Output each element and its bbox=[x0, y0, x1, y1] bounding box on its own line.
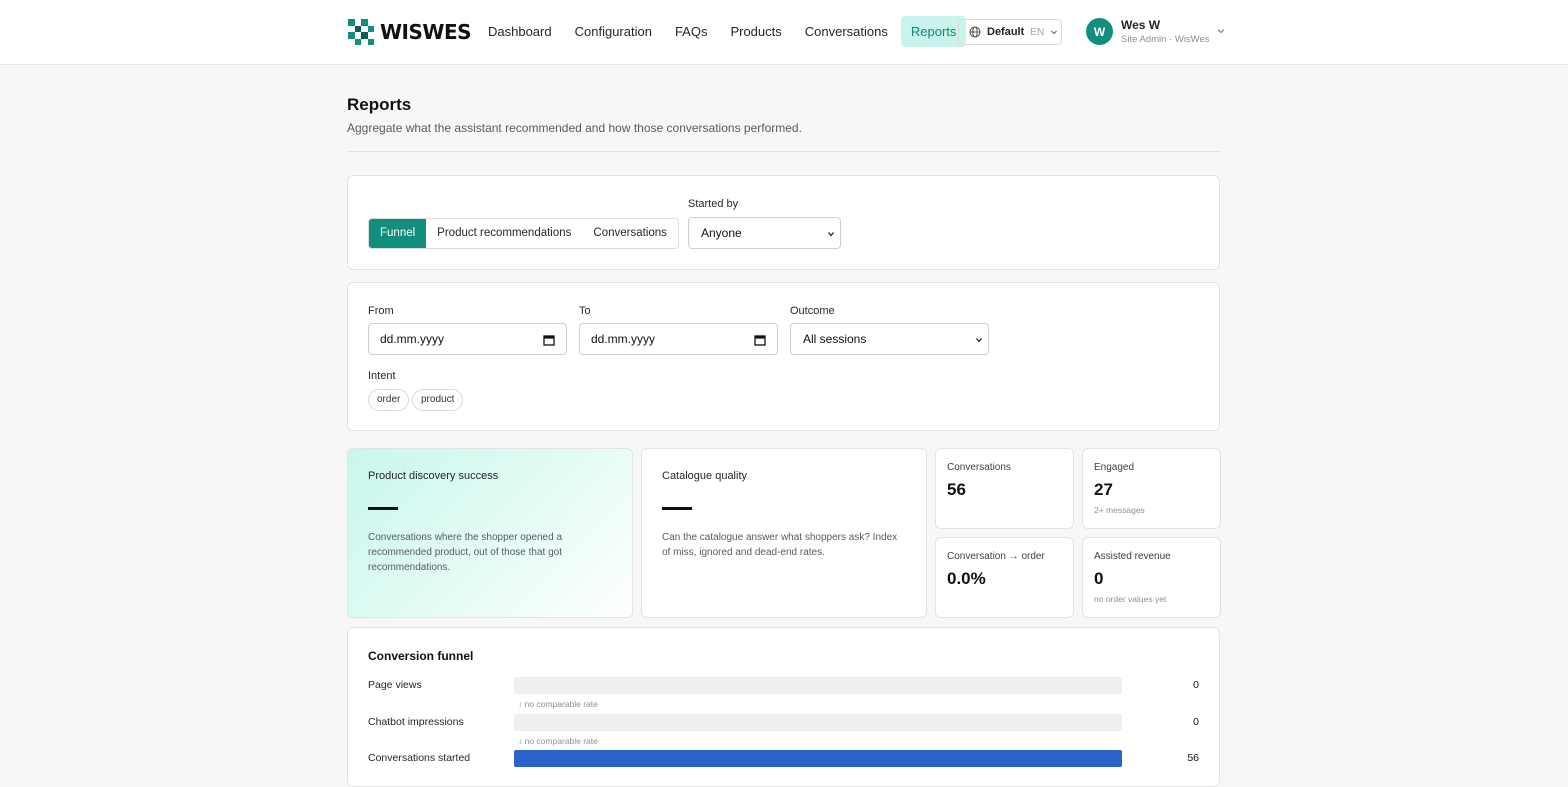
divider bbox=[347, 151, 1220, 152]
from-label: From bbox=[368, 305, 394, 317]
stat-label: Engaged bbox=[1094, 462, 1135, 473]
tab-conversations[interactable]: Conversations bbox=[582, 219, 678, 248]
chevron-down-icon bbox=[828, 232, 834, 237]
to-date-value: dd.mm.yyyy bbox=[591, 332, 656, 346]
kpi-empty-value bbox=[662, 507, 692, 510]
page-title: Reports bbox=[347, 95, 412, 114]
started-by-select[interactable]: Anyone bbox=[688, 217, 841, 249]
stat-engaged: Engaged 27 2+ messages bbox=[1082, 448, 1221, 529]
kpi-empty-value bbox=[368, 507, 398, 510]
workspace-language: EN bbox=[1030, 26, 1045, 38]
brand-name: WISWES bbox=[380, 20, 472, 44]
chevron-down-icon bbox=[1217, 29, 1225, 34]
conversion-funnel-card: Conversion funnel Page views 0 ↓ no comp… bbox=[347, 627, 1220, 787]
outcome-value: All sessions bbox=[803, 332, 867, 346]
page-subtitle: Aggregate what the assistant recommended… bbox=[347, 121, 802, 135]
kpi-description: Can the catalogue answer what shoppers a… bbox=[662, 532, 898, 558]
funnel-bar-track bbox=[514, 714, 1122, 731]
stat-conversion: Conversation → order 0.0% bbox=[935, 537, 1074, 618]
stat-assisted-revenue: Assisted revenue 0 no order values yet bbox=[1082, 537, 1221, 618]
top-bar: WISWES Dashboard Configuration FAQs Prod… bbox=[0, 0, 1568, 65]
nav-configuration[interactable]: Configuration bbox=[565, 16, 662, 47]
tab-funnel[interactable]: Funnel bbox=[369, 219, 427, 248]
discovery-success-card: Product discovery success Conversations … bbox=[347, 448, 633, 618]
intent-label: Intent bbox=[368, 370, 396, 382]
funnel-step-label: Page views bbox=[368, 679, 422, 691]
chevron-down-icon bbox=[976, 338, 982, 343]
to-label: To bbox=[579, 305, 591, 317]
funnel-step-value: 0 bbox=[1193, 716, 1199, 728]
funnel-step-rate: ↓ no comparable rate bbox=[518, 736, 598, 746]
nav-faqs[interactable]: FAQs bbox=[665, 16, 718, 47]
funnel-bar-track bbox=[514, 750, 1122, 767]
kpi-title: Catalogue quality bbox=[662, 470, 748, 482]
stat-label: Assisted revenue bbox=[1094, 551, 1171, 562]
stat-value: 0.0% bbox=[947, 569, 986, 588]
workspace-name: Default bbox=[987, 26, 1025, 38]
funnel-step-label: Chatbot impressions bbox=[368, 716, 464, 728]
stat-label: Conversations bbox=[947, 462, 1011, 473]
kpi-description: Conversations where the shopper opened a… bbox=[368, 532, 563, 573]
user-name: Wes W bbox=[1121, 18, 1161, 32]
globe-icon bbox=[969, 26, 981, 38]
intent-chip-product[interactable]: product bbox=[412, 389, 464, 411]
to-date-input[interactable]: dd.mm.yyyy bbox=[579, 323, 778, 355]
funnel-step-label: Conversations started bbox=[368, 752, 471, 764]
nav-conversations[interactable]: Conversations bbox=[795, 16, 898, 47]
stat-label: Conversation → order bbox=[947, 551, 1045, 562]
stat-value: 0 bbox=[1094, 569, 1104, 588]
main-nav: Dashboard Configuration FAQs Products Co… bbox=[478, 16, 969, 47]
intent-chip-order[interactable]: order bbox=[368, 389, 410, 411]
funnel-title: Conversion funnel bbox=[368, 649, 474, 663]
stat-conversations: Conversations 56 bbox=[935, 448, 1074, 529]
workspace-switcher[interactable]: Default EN bbox=[958, 19, 1062, 45]
filters-card: From dd.mm.yyyy To dd.mm.yyyy Outcome Al… bbox=[347, 282, 1220, 431]
outcome-label: Outcome bbox=[790, 305, 835, 317]
nav-reports[interactable]: Reports bbox=[900, 16, 967, 47]
from-date-input[interactable]: dd.mm.yyyy bbox=[368, 323, 567, 355]
calendar-icon[interactable] bbox=[754, 334, 766, 346]
from-date-value: dd.mm.yyyy bbox=[380, 332, 445, 346]
avatar: W bbox=[1086, 18, 1113, 45]
user-menu[interactable]: W Wes W Site Admin · WisWes bbox=[1086, 18, 1225, 45]
outcome-select[interactable]: All sessions bbox=[790, 323, 989, 355]
funnel-bar-track bbox=[514, 677, 1122, 694]
user-role: Site Admin · WisWes bbox=[1121, 34, 1210, 45]
funnel-step-value: 0 bbox=[1193, 679, 1199, 691]
nav-dashboard[interactable]: Dashboard bbox=[478, 16, 562, 47]
stat-note: no order values yet bbox=[1094, 594, 1167, 604]
view-selector-card: Funnel Product recommendations Conversat… bbox=[347, 175, 1220, 270]
logo-mark-icon bbox=[348, 19, 374, 45]
funnel-step-rate: ↓ no comparable rate bbox=[518, 699, 598, 709]
stat-value: 56 bbox=[947, 480, 966, 499]
started-by-value: Anyone bbox=[701, 226, 742, 240]
funnel-step-value: 56 bbox=[1187, 752, 1199, 764]
calendar-icon[interactable] bbox=[543, 334, 555, 346]
nav-products[interactable]: Products bbox=[720, 16, 791, 47]
kpi-title: Product discovery success bbox=[368, 470, 499, 482]
catalogue-quality-card: Catalogue quality Can the catalogue answ… bbox=[641, 448, 927, 618]
report-tabs: Funnel Product recommendations Conversat… bbox=[368, 218, 679, 249]
brand-logo[interactable]: WISWES bbox=[348, 19, 472, 45]
stat-note: 2+ messages bbox=[1094, 505, 1145, 515]
chevron-down-icon bbox=[1051, 30, 1058, 35]
tab-product-recommendations[interactable]: Product recommendations bbox=[426, 219, 582, 248]
stat-value: 27 bbox=[1094, 480, 1113, 499]
started-by-label: Started by bbox=[688, 198, 739, 210]
funnel-bar bbox=[514, 750, 1122, 767]
